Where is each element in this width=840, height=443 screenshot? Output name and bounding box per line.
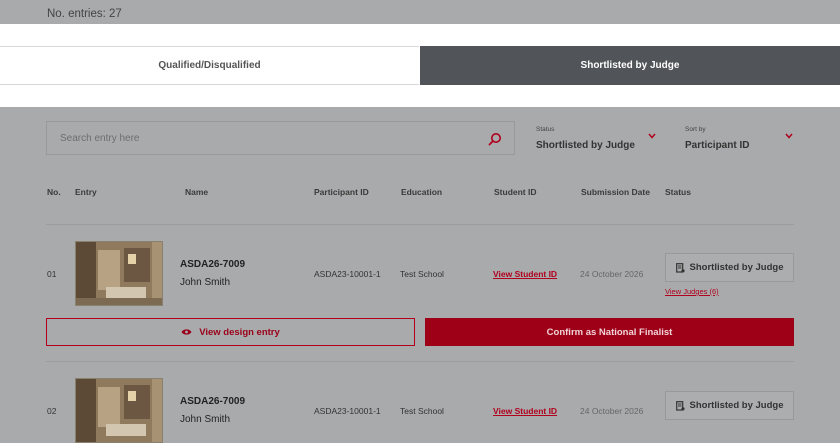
- sort-filter-value: Participant ID: [685, 140, 750, 151]
- participant-id: ASDA23-10001-1: [314, 269, 381, 279]
- header-no: No.: [47, 187, 61, 197]
- header-participant-id: Participant ID: [314, 187, 369, 197]
- status-filter[interactable]: Status Shortlisted by Judge: [536, 126, 656, 151]
- document-badge-icon: [675, 400, 685, 411]
- view-student-id-link[interactable]: View Student ID: [493, 269, 557, 279]
- status-badge[interactable]: Shortlisted by Judge: [665, 391, 794, 420]
- participant-name: John Smith: [180, 277, 231, 288]
- search-icon[interactable]: [488, 132, 502, 146]
- entry-code: ASDA26-7009: [180, 259, 246, 270]
- sort-filter-label: Sort by: [685, 126, 706, 133]
- search-input[interactable]: [58, 131, 482, 145]
- document-badge-icon: [675, 262, 685, 273]
- status-badge-label: Shortlisted by Judge: [689, 400, 784, 411]
- header-education: Education: [401, 187, 443, 197]
- search-box: [46, 121, 515, 155]
- entries-count: No. entries: 27: [47, 8, 122, 20]
- header-student-id: Student ID: [494, 187, 537, 197]
- chevron-down-icon: [785, 133, 793, 139]
- chevron-down-icon: [648, 133, 656, 139]
- header-entry: Entry: [75, 187, 97, 197]
- education: Test School: [400, 406, 444, 416]
- header-status: Status: [665, 187, 691, 197]
- entry-thumbnail[interactable]: [75, 378, 163, 443]
- row-number: 02: [47, 406, 57, 416]
- submission-date: 24 October 2026: [580, 406, 644, 416]
- view-judges-link[interactable]: View Judges (6): [665, 287, 719, 296]
- status-badge[interactable]: Shortlisted by Judge: [665, 253, 794, 282]
- status-badge-label: Shortlisted by Judge: [689, 262, 784, 273]
- education: Test School: [400, 269, 444, 279]
- participant-name: John Smith: [180, 414, 231, 425]
- entry-thumbnail[interactable]: [75, 241, 163, 306]
- header-submission-date: Submission Date: [581, 187, 650, 197]
- header-name: Name: [185, 187, 209, 197]
- participant-id: ASDA23-10001-1: [314, 406, 381, 416]
- sort-filter[interactable]: Sort by Participant ID: [685, 126, 795, 151]
- row-number: 01: [47, 269, 57, 279]
- tabs-band: Qualified/Disqualified Shortlisted by Ju…: [0, 24, 840, 107]
- submission-date: 24 October 2026: [580, 269, 644, 279]
- divider: [46, 224, 794, 225]
- entry-image: [76, 242, 162, 305]
- entry-image: [76, 379, 162, 442]
- eye-icon: [181, 329, 192, 335]
- top-bar: No. entries: 27: [0, 0, 840, 24]
- divider: [46, 361, 794, 362]
- confirm-national-finalist-label: Confirm as National Finalist: [546, 326, 673, 338]
- tab-shortlisted-by-judge[interactable]: Shortlisted by Judge: [420, 46, 840, 85]
- tab-qualified-disqualified[interactable]: Qualified/Disqualified: [0, 46, 419, 85]
- main-content: Status Shortlisted by Judge Sort by Part…: [0, 107, 840, 443]
- confirm-national-finalist-button[interactable]: Confirm as National Finalist: [425, 318, 794, 346]
- view-design-entry-label: View design entry: [199, 326, 280, 338]
- status-filter-label: Status: [536, 126, 555, 133]
- view-design-entry-button[interactable]: View design entry: [46, 318, 415, 346]
- view-student-id-link[interactable]: View Student ID: [493, 406, 557, 416]
- entry-code: ASDA26-7009: [180, 396, 246, 407]
- status-filter-value: Shortlisted by Judge: [536, 140, 635, 151]
